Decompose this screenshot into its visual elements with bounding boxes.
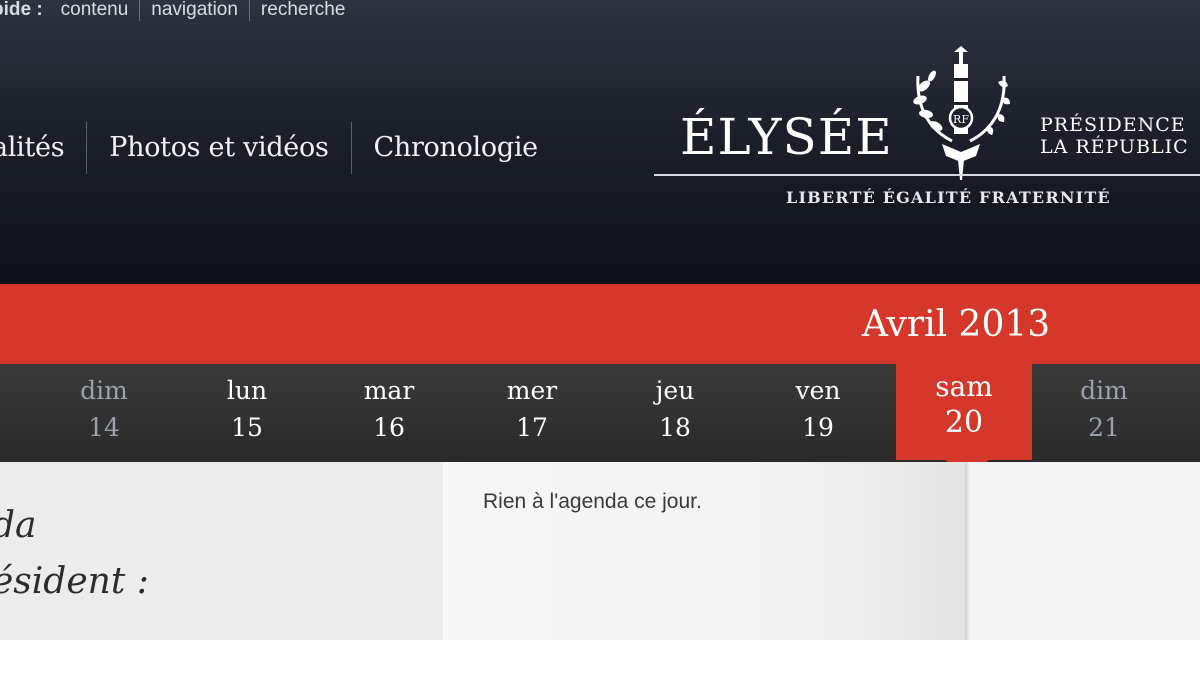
skip-links: pide : contenu navigation recherche	[0, 0, 356, 22]
elysee-logo[interactable]: ÉLYSÉE RF PRÉSIDENCE LA RÉPUBLIC LIBERTÉ…	[652, 44, 1200, 224]
logo-presidency: PRÉSIDENCE LA RÉPUBLIC	[1040, 114, 1189, 158]
agenda-title: da ésident :	[0, 498, 149, 610]
day-name: jeu	[655, 376, 695, 405]
republic-emblem-icon: RF	[913, 46, 1010, 180]
calendar-month-label: Avril 2013	[862, 304, 1051, 345]
agenda-title-line1: da	[0, 505, 37, 546]
skip-link-recherche[interactable]: recherche	[248, 0, 357, 21]
calendar-day-15[interactable]: lun 15	[187, 364, 307, 462]
day-name: dim	[80, 376, 128, 405]
logo-wordmark: ÉLYSÉE	[680, 108, 893, 166]
logo-motto: LIBERTÉ ÉGALITÉ FRATERNITÉ	[786, 188, 1111, 207]
calendar-day-20-selected[interactable]: sam 20	[896, 362, 1032, 460]
calendar-days-strip: dim 14 lun 15 mar 16 mer 17 jeu 18 ven 1…	[0, 362, 1200, 462]
logo-rule	[654, 174, 1200, 176]
svg-text:RF: RF	[953, 113, 969, 126]
day-number: 14	[88, 413, 120, 442]
day-number: 17	[516, 413, 548, 442]
day-name: mer	[506, 376, 558, 405]
calendar-day-19[interactable]: ven 19	[758, 364, 878, 462]
calendar-day-21[interactable]: dim 21	[1044, 364, 1164, 462]
day-name: sam	[935, 370, 993, 403]
day-number: 18	[659, 413, 691, 442]
day-name: mar	[363, 376, 415, 405]
skip-link-contenu[interactable]: contenu	[61, 0, 140, 21]
calendar-day-16[interactable]: mar 16	[329, 364, 449, 462]
nav-item-actualites[interactable]: alités	[0, 122, 86, 174]
agenda-empty-message: Rien à l'agenda ce jour.	[483, 490, 702, 513]
day-number: 16	[373, 413, 405, 442]
calendar-day-17[interactable]: mer 17	[472, 364, 592, 462]
agenda-content	[443, 462, 965, 640]
day-number: 20	[944, 405, 984, 440]
agenda-next-column	[970, 462, 1200, 640]
day-number: 21	[1088, 413, 1120, 442]
day-number: 19	[802, 413, 834, 442]
logo-presidency-line1: PRÉSIDENCE	[1040, 114, 1186, 136]
day-name: dim	[1080, 376, 1128, 405]
skip-links-label: pide :	[0, 0, 43, 20]
calendar-day-18[interactable]: jeu 18	[615, 364, 735, 462]
calendar-day-14[interactable]: dim 14	[44, 364, 164, 462]
main-nav: alités Photos et vidéos Chronologie	[0, 122, 560, 174]
nav-item-photos-videos[interactable]: Photos et vidéos	[86, 122, 350, 174]
agenda-title-line2: ésident :	[0, 561, 149, 602]
day-name: lun	[226, 376, 268, 405]
skip-link-navigation[interactable]: navigation	[139, 0, 249, 21]
logo-presidency-line2: LA RÉPUBLIC	[1040, 136, 1189, 158]
day-number: 15	[231, 413, 263, 442]
site-header: pide : contenu navigation recherche alit…	[0, 0, 1200, 284]
nav-item-chronologie[interactable]: Chronologie	[350, 122, 560, 174]
day-name: ven	[795, 376, 841, 405]
